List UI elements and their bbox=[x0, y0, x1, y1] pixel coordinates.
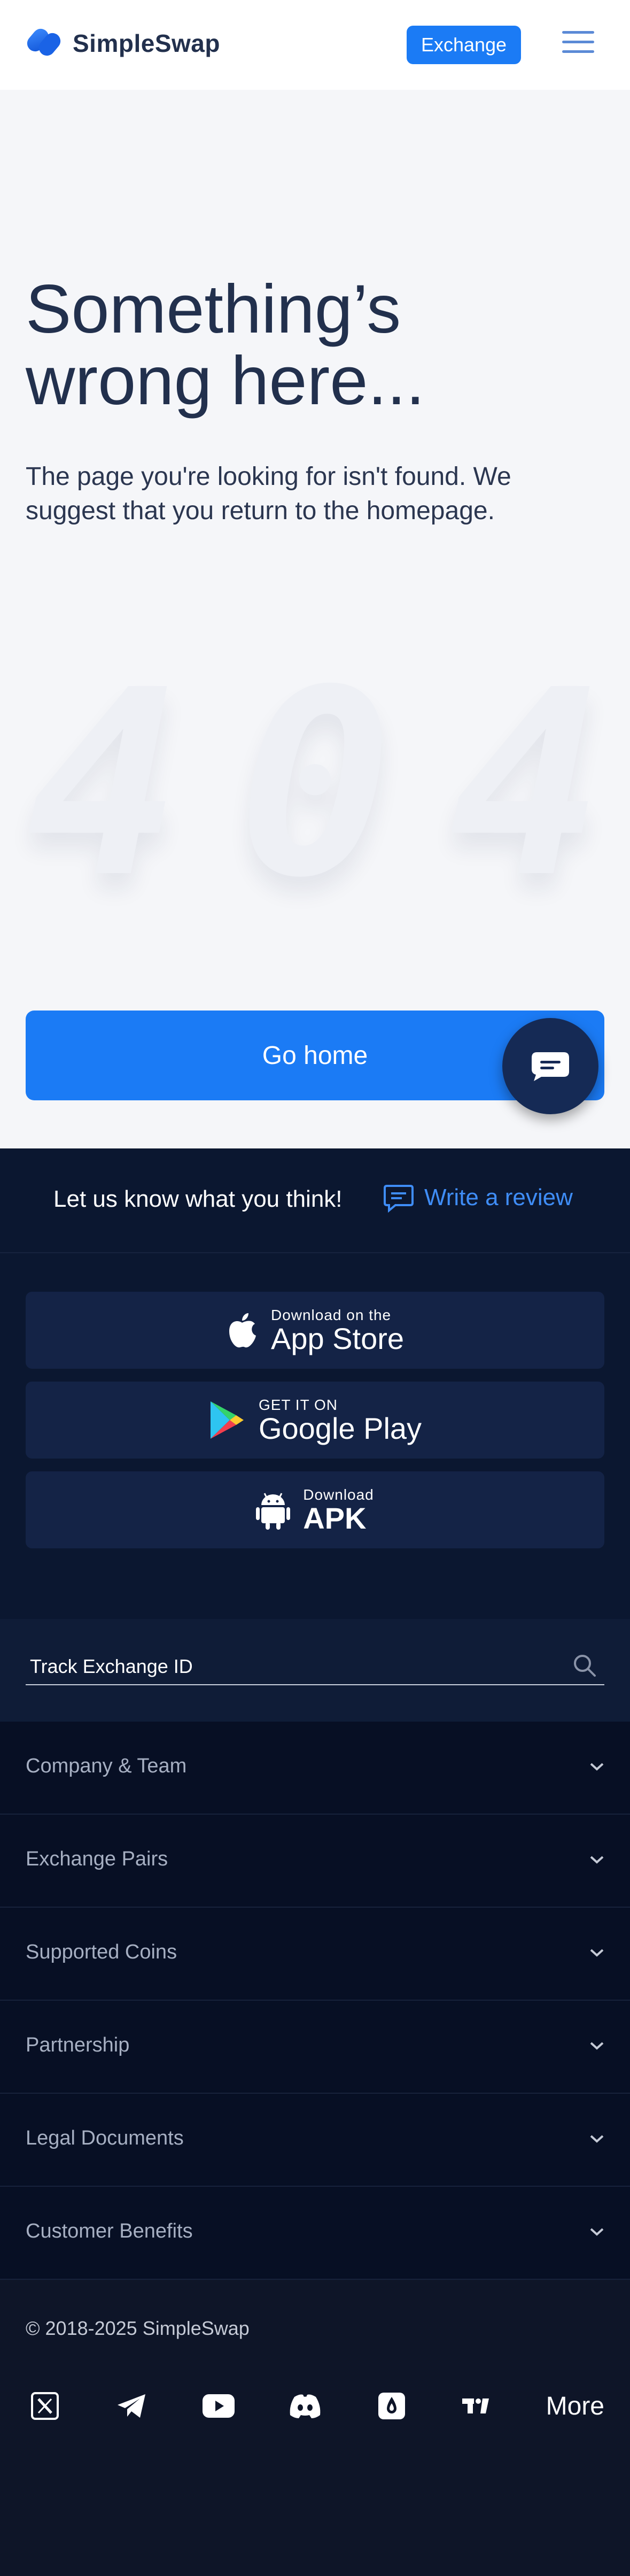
footer: Let us know what you think! Write a revi… bbox=[0, 1148, 630, 1722]
error-code-404: 4 0 4 bbox=[27, 635, 604, 934]
headline-line-1: Something’s bbox=[26, 271, 401, 348]
error-digit: 4 bbox=[27, 635, 181, 934]
apple-icon bbox=[229, 1313, 256, 1348]
search-icon[interactable] bbox=[571, 1652, 598, 1679]
social-links: More bbox=[26, 2379, 604, 2433]
chevron-down-icon bbox=[590, 2135, 604, 2143]
google-play-icon bbox=[210, 1401, 244, 1439]
google-play-big: Google Play bbox=[258, 1412, 422, 1445]
accordion-label: Legal Documents bbox=[26, 2127, 184, 2149]
chat-bubble-icon bbox=[532, 1052, 569, 1081]
error-digit: 0 bbox=[238, 635, 393, 934]
brand-name[interactable]: SimpleSwap bbox=[73, 29, 220, 58]
chevron-down-icon bbox=[590, 2228, 604, 2236]
chevron-down-icon bbox=[590, 2042, 604, 2050]
accordion-supported-coins[interactable]: Supported Coins bbox=[0, 1908, 630, 2001]
accordion-exchange-pairs[interactable]: Exchange Pairs bbox=[0, 1815, 630, 1908]
hamburger-menu-icon[interactable] bbox=[562, 31, 594, 57]
page-subtitle: The page you're looking for isn't found.… bbox=[26, 462, 511, 525]
headline-line-2: wrong here... bbox=[26, 343, 425, 419]
x-icon[interactable] bbox=[26, 2386, 64, 2426]
footer-bottom: © 2018-2025 SimpleSwap More bbox=[0, 2280, 630, 2576]
chevron-down-icon bbox=[590, 1856, 604, 1864]
medium-icon[interactable] bbox=[372, 2386, 411, 2426]
write-review-link[interactable]: Write a review bbox=[383, 1182, 573, 1214]
accordion-label: Customer Benefits bbox=[26, 2220, 193, 2242]
apk-download-button[interactable]: Download APK bbox=[26, 1471, 604, 1548]
review-link-label: Write a review bbox=[424, 1184, 573, 1210]
review-row: Let us know what you think! Write a revi… bbox=[0, 1148, 630, 1253]
accordion-legal-documents[interactable]: Legal Documents bbox=[0, 2094, 630, 2187]
accordion-label: Exchange Pairs bbox=[26, 1848, 168, 1870]
chevron-down-icon bbox=[590, 1763, 604, 1771]
youtube-icon[interactable] bbox=[199, 2386, 238, 2426]
accordion-label: Company & Team bbox=[26, 1755, 187, 1777]
accordion-label: Partnership bbox=[26, 2034, 130, 2056]
error-digit: 4 bbox=[449, 635, 604, 934]
accordion-partnership[interactable]: Partnership bbox=[0, 2001, 630, 2094]
page-title: Something’s wrong here... bbox=[26, 274, 507, 417]
review-prompt: Let us know what you think! bbox=[53, 1186, 343, 1212]
android-icon bbox=[256, 1493, 291, 1530]
apk-big: APK bbox=[303, 1501, 367, 1535]
footer-accordion: Company & Team Exchange Pairs Supported … bbox=[0, 1722, 630, 2280]
exchange-button[interactable]: Exchange bbox=[407, 26, 521, 64]
accordion-customer-benefits[interactable]: Customer Benefits bbox=[0, 2187, 630, 2280]
tradingview-icon[interactable] bbox=[459, 2386, 497, 2426]
review-chat-icon bbox=[384, 1185, 414, 1213]
accordion-company-team[interactable]: Company & Team bbox=[0, 1722, 630, 1815]
track-exchange-section: Track Exchange ID bbox=[0, 1619, 630, 1722]
app-store-button[interactable]: Download on the App Store bbox=[26, 1292, 604, 1369]
telegram-icon[interactable] bbox=[112, 2386, 151, 2426]
more-socials-link[interactable]: More bbox=[546, 2392, 604, 2421]
simpleswap-logo-icon[interactable] bbox=[26, 20, 63, 63]
track-exchange-input[interactable]: Track Exchange ID bbox=[26, 1648, 604, 1685]
track-exchange-label: Track Exchange ID bbox=[30, 1655, 193, 1677]
main-content: Something’s wrong here... The page you'r… bbox=[0, 90, 630, 1148]
chevron-down-icon bbox=[590, 1949, 604, 1957]
site-header: SimpleSwap Exchange bbox=[0, 0, 630, 90]
app-store-big: App Store bbox=[270, 1322, 405, 1355]
discord-icon[interactable] bbox=[286, 2386, 324, 2426]
copyright-text: © 2018-2025 SimpleSwap bbox=[26, 2317, 250, 2339]
google-play-button[interactable]: GET IT ON Google Play bbox=[26, 1382, 604, 1459]
chat-support-button[interactable] bbox=[502, 1018, 598, 1114]
accordion-label: Supported Coins bbox=[26, 1941, 177, 1963]
